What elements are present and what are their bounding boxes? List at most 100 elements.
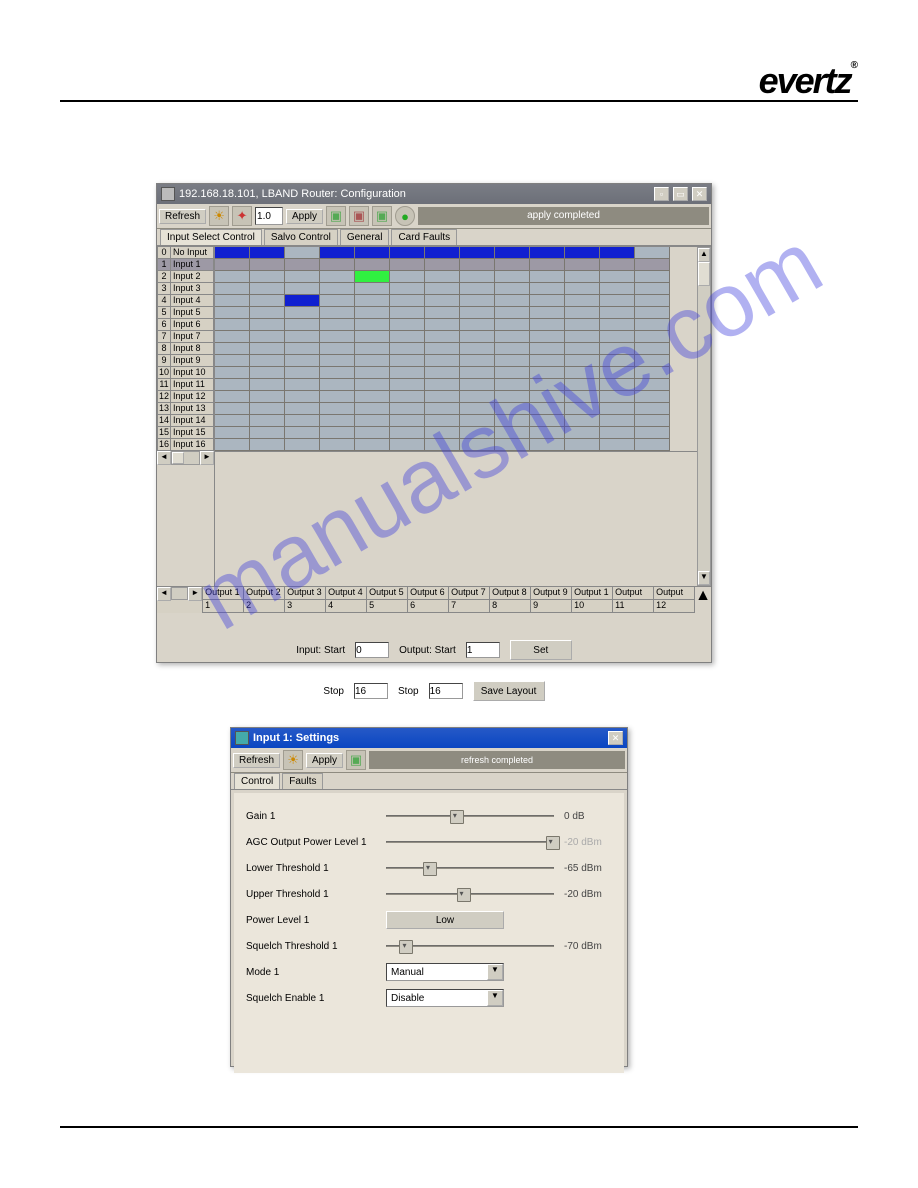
crosspoint-cell[interactable] [320, 439, 355, 451]
crosspoint-cell[interactable] [460, 331, 495, 343]
crosspoint-cell[interactable] [495, 295, 530, 307]
crosspoint-cell[interactable] [495, 247, 530, 259]
vscroll-thumb[interactable] [698, 262, 710, 286]
squelch-enable-combo[interactable]: Disable▼ [386, 989, 504, 1007]
crosspoint-cell[interactable] [320, 415, 355, 427]
crosspoint-cell[interactable] [460, 439, 495, 451]
tab-salvo[interactable]: Salvo Control [264, 229, 338, 245]
crosspoint-cell[interactable] [390, 415, 425, 427]
refresh-icon[interactable]: ✦ [232, 206, 252, 226]
crosspoint-cell[interactable] [635, 415, 670, 427]
col-header-index[interactable]: 1 [203, 600, 244, 613]
crosspoint-cell[interactable] [250, 343, 285, 355]
crosspoint-cell[interactable] [250, 271, 285, 283]
crosspoint-cell[interactable] [460, 307, 495, 319]
apply-icon-1[interactable]: ▣ [326, 206, 346, 226]
crosspoint-cell[interactable] [215, 307, 250, 319]
crosspoint-cell[interactable] [390, 319, 425, 331]
nav-first-icon[interactable]: ◄ [157, 587, 171, 601]
crosspoint-grid[interactable] [215, 247, 697, 586]
crosspoint-cell[interactable] [425, 367, 460, 379]
crosspoint-cell[interactable] [355, 427, 390, 439]
crosspoint-cell[interactable] [390, 259, 425, 271]
col-header-index[interactable]: 12 [654, 600, 695, 613]
power-level-button[interactable]: Low [386, 911, 504, 929]
crosspoint-cell[interactable] [600, 295, 635, 307]
row-header-item[interactable]: 11Input 11 [157, 379, 214, 391]
crosspoint-cell[interactable] [355, 331, 390, 343]
crosspoint-cell[interactable] [425, 391, 460, 403]
crosspoint-cell[interactable] [390, 427, 425, 439]
crosspoint-cell[interactable] [495, 439, 530, 451]
crosspoint-cell[interactable] [390, 379, 425, 391]
col-header-label[interactable]: Output 1 [572, 587, 613, 600]
apply-button[interactable]: Apply [286, 209, 323, 224]
crosspoint-cell[interactable] [250, 415, 285, 427]
crosspoint-cell[interactable] [320, 295, 355, 307]
col-header-index[interactable]: 8 [490, 600, 531, 613]
crosspoint-cell[interactable] [250, 403, 285, 415]
set-button[interactable]: Set [510, 640, 572, 660]
crosspoint-cell[interactable] [530, 439, 565, 451]
crosspoint-cell[interactable] [250, 319, 285, 331]
up-arrow-icon[interactable]: ▲ [698, 248, 710, 262]
crosspoint-cell[interactable] [530, 379, 565, 391]
crosspoint-cell[interactable] [320, 307, 355, 319]
crosspoint-cell[interactable] [460, 283, 495, 295]
close-button[interactable]: ✕ [692, 187, 707, 201]
col-header-index[interactable]: 6 [408, 600, 449, 613]
crosspoint-cell[interactable] [565, 427, 600, 439]
crosspoint-cell[interactable] [215, 379, 250, 391]
crosspoint-cell[interactable] [635, 283, 670, 295]
crosspoint-cell[interactable] [460, 247, 495, 259]
crosspoint-cell[interactable] [635, 439, 670, 451]
row-header-item[interactable]: 13Input 13 [157, 403, 214, 415]
crosspoint-cell[interactable] [250, 283, 285, 295]
crosspoint-cell[interactable] [355, 367, 390, 379]
tab-faults[interactable]: Faults [282, 773, 323, 789]
crosspoint-cell[interactable] [425, 271, 460, 283]
row-header-item[interactable]: 9Input 9 [157, 355, 214, 367]
row-header-item[interactable]: 8Input 8 [157, 343, 214, 355]
crosspoint-cell[interactable] [425, 379, 460, 391]
crosspoint-cell[interactable] [460, 379, 495, 391]
crosspoint-cell[interactable] [495, 307, 530, 319]
refresh-icon[interactable]: ☀ [283, 750, 303, 770]
crosspoint-cell[interactable] [425, 283, 460, 295]
crosspoint-cell[interactable] [390, 331, 425, 343]
scroll-thumb[interactable] [172, 452, 184, 464]
crosspoint-cell[interactable] [355, 283, 390, 295]
tab-faults[interactable]: Card Faults [391, 229, 457, 245]
apply-icon-3[interactable]: ▣ [372, 206, 392, 226]
crosspoint-cell[interactable] [355, 403, 390, 415]
crosspoint-cell[interactable] [460, 319, 495, 331]
row-header-item[interactable]: 16Input 16 [157, 439, 214, 451]
save-layout-button[interactable]: Save Layout [473, 681, 545, 701]
crosspoint-cell[interactable] [460, 271, 495, 283]
crosspoint-cell[interactable] [460, 355, 495, 367]
crosspoint-cell[interactable] [390, 283, 425, 295]
crosspoint-cell[interactable] [600, 319, 635, 331]
crosspoint-cell[interactable] [285, 379, 320, 391]
row-header-item[interactable]: 3Input 3 [157, 283, 214, 295]
crosspoint-cell[interactable] [600, 427, 635, 439]
crosspoint-cell[interactable] [495, 403, 530, 415]
crosspoint-cell[interactable] [390, 355, 425, 367]
crosspoint-cell[interactable] [285, 247, 320, 259]
crosspoint-cell[interactable] [320, 283, 355, 295]
crosspoint-cell[interactable] [600, 367, 635, 379]
crosspoint-cell[interactable] [425, 439, 460, 451]
nav-last-icon[interactable]: ► [188, 587, 202, 601]
crosspoint-cell[interactable] [600, 379, 635, 391]
crosspoint-cell[interactable] [565, 415, 600, 427]
crosspoint-cell[interactable] [635, 403, 670, 415]
crosspoint-cell[interactable] [390, 343, 425, 355]
apply-ok-icon[interactable]: ● [395, 206, 415, 226]
colhdr-scroll[interactable]: ▲ [695, 587, 711, 600]
crosspoint-cell[interactable] [355, 259, 390, 271]
crosspoint-cell[interactable] [425, 295, 460, 307]
crosspoint-cell[interactable] [355, 355, 390, 367]
crosspoint-cell[interactable] [425, 319, 460, 331]
gain-slider[interactable] [386, 809, 554, 823]
crosspoint-cell[interactable] [530, 415, 565, 427]
